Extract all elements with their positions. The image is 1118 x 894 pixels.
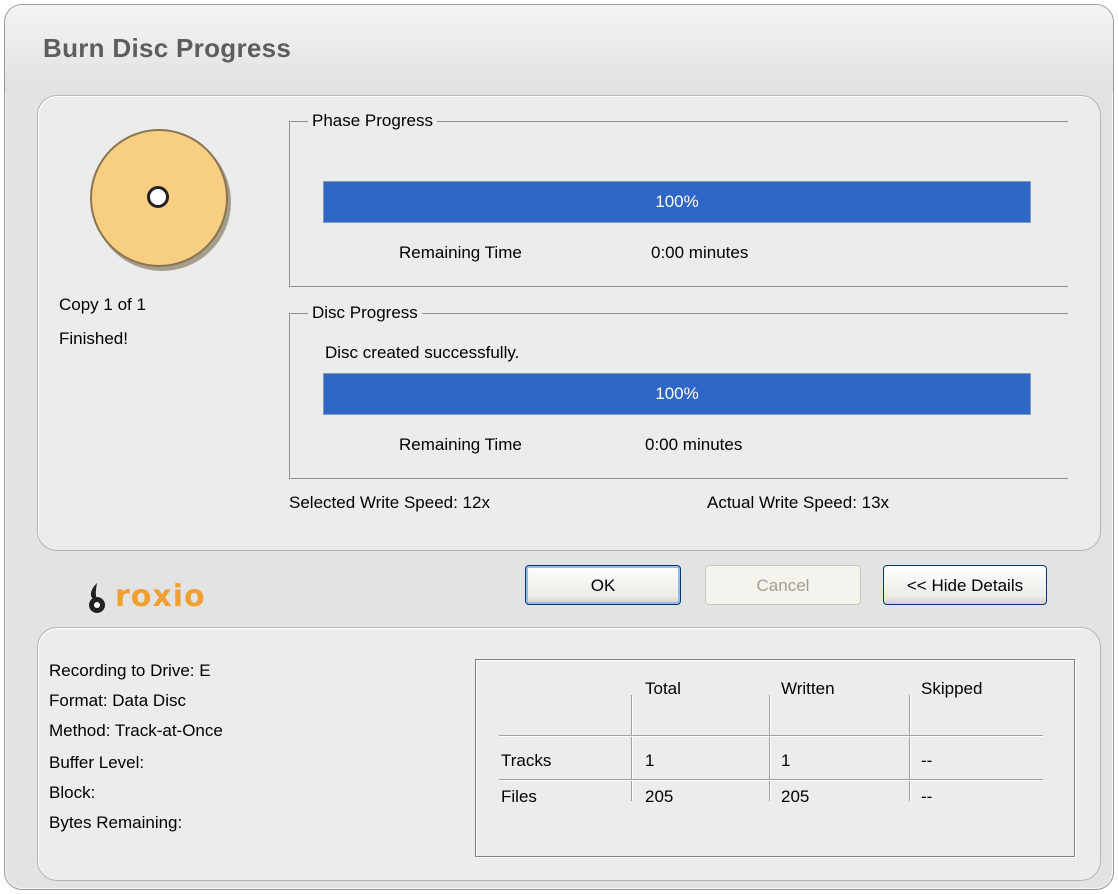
table-cell-total: 1 bbox=[645, 751, 655, 770]
format-info: Format: Data Disc bbox=[49, 691, 186, 710]
phase-remaining-value: 0:00 minutes bbox=[651, 243, 749, 262]
phase-progress-legend: Phase Progress bbox=[308, 111, 437, 131]
table-row-label: Files bbox=[501, 787, 537, 806]
bytes-remaining: Bytes Remaining: bbox=[49, 813, 183, 832]
finished-status: Finished! bbox=[59, 329, 128, 348]
disc-progress-message: Disc created successfully. bbox=[325, 343, 520, 362]
table-row-label: Tracks bbox=[501, 751, 552, 770]
recording-drive: Recording to Drive: E bbox=[49, 661, 211, 680]
window-title: Burn Disc Progress bbox=[43, 33, 292, 63]
disc-icon bbox=[90, 129, 228, 267]
disc-progress-legend: Disc Progress bbox=[308, 303, 422, 323]
disc-hole bbox=[147, 186, 169, 208]
table-divider bbox=[631, 695, 632, 801]
block-info: Block: bbox=[49, 783, 96, 802]
roxio-logo-text: roxio bbox=[115, 579, 206, 614]
selected-write-speed: Selected Write Speed: 12x bbox=[289, 493, 490, 512]
table-header-skipped: Skipped bbox=[921, 679, 983, 698]
method-info: Method: Track-at-Once bbox=[49, 721, 223, 740]
ok-button[interactable]: OK bbox=[525, 565, 681, 605]
table-divider bbox=[769, 695, 770, 801]
phase-progress-percent: 100% bbox=[655, 192, 699, 211]
table-divider bbox=[499, 779, 1043, 780]
title-bar[interactable]: Burn Disc Progress bbox=[5, 5, 1113, 93]
disc-remaining-value: 0:00 minutes bbox=[645, 435, 743, 454]
actual-write-speed: Actual Write Speed: 13x bbox=[707, 493, 890, 512]
table-cell-written: 1 bbox=[781, 751, 791, 770]
table-cell-total: 205 bbox=[645, 787, 674, 806]
disc-progress-percent: 100% bbox=[655, 384, 699, 403]
table-header-written: Written bbox=[781, 679, 835, 698]
table-header-total: Total bbox=[645, 679, 681, 698]
copy-count: Copy 1 of 1 bbox=[59, 295, 146, 314]
table-cell-skipped: -- bbox=[921, 787, 933, 806]
roxio-logo-icon bbox=[89, 583, 105, 613]
hide-details-button[interactable]: << Hide Details bbox=[883, 565, 1047, 605]
table-divider bbox=[909, 695, 910, 801]
buffer-level: Buffer Level: bbox=[49, 753, 145, 772]
table-cell-written: 205 bbox=[781, 787, 810, 806]
disc-remaining-label: Remaining Time bbox=[399, 435, 522, 454]
burn-progress-window: Burn Disc Progress Copy 1 of 1 Finished!… bbox=[4, 4, 1114, 890]
table-divider bbox=[499, 735, 1043, 736]
phase-remaining-label: Remaining Time bbox=[399, 243, 522, 262]
roxio-logo: roxio bbox=[87, 579, 227, 615]
cancel-button[interactable]: Cancel bbox=[705, 565, 861, 605]
stats-table bbox=[475, 659, 1075, 857]
disc-progress-bar: 100% bbox=[323, 373, 1031, 415]
table-cell-skipped: -- bbox=[921, 751, 933, 770]
phase-progress-bar: 100% bbox=[323, 181, 1031, 223]
